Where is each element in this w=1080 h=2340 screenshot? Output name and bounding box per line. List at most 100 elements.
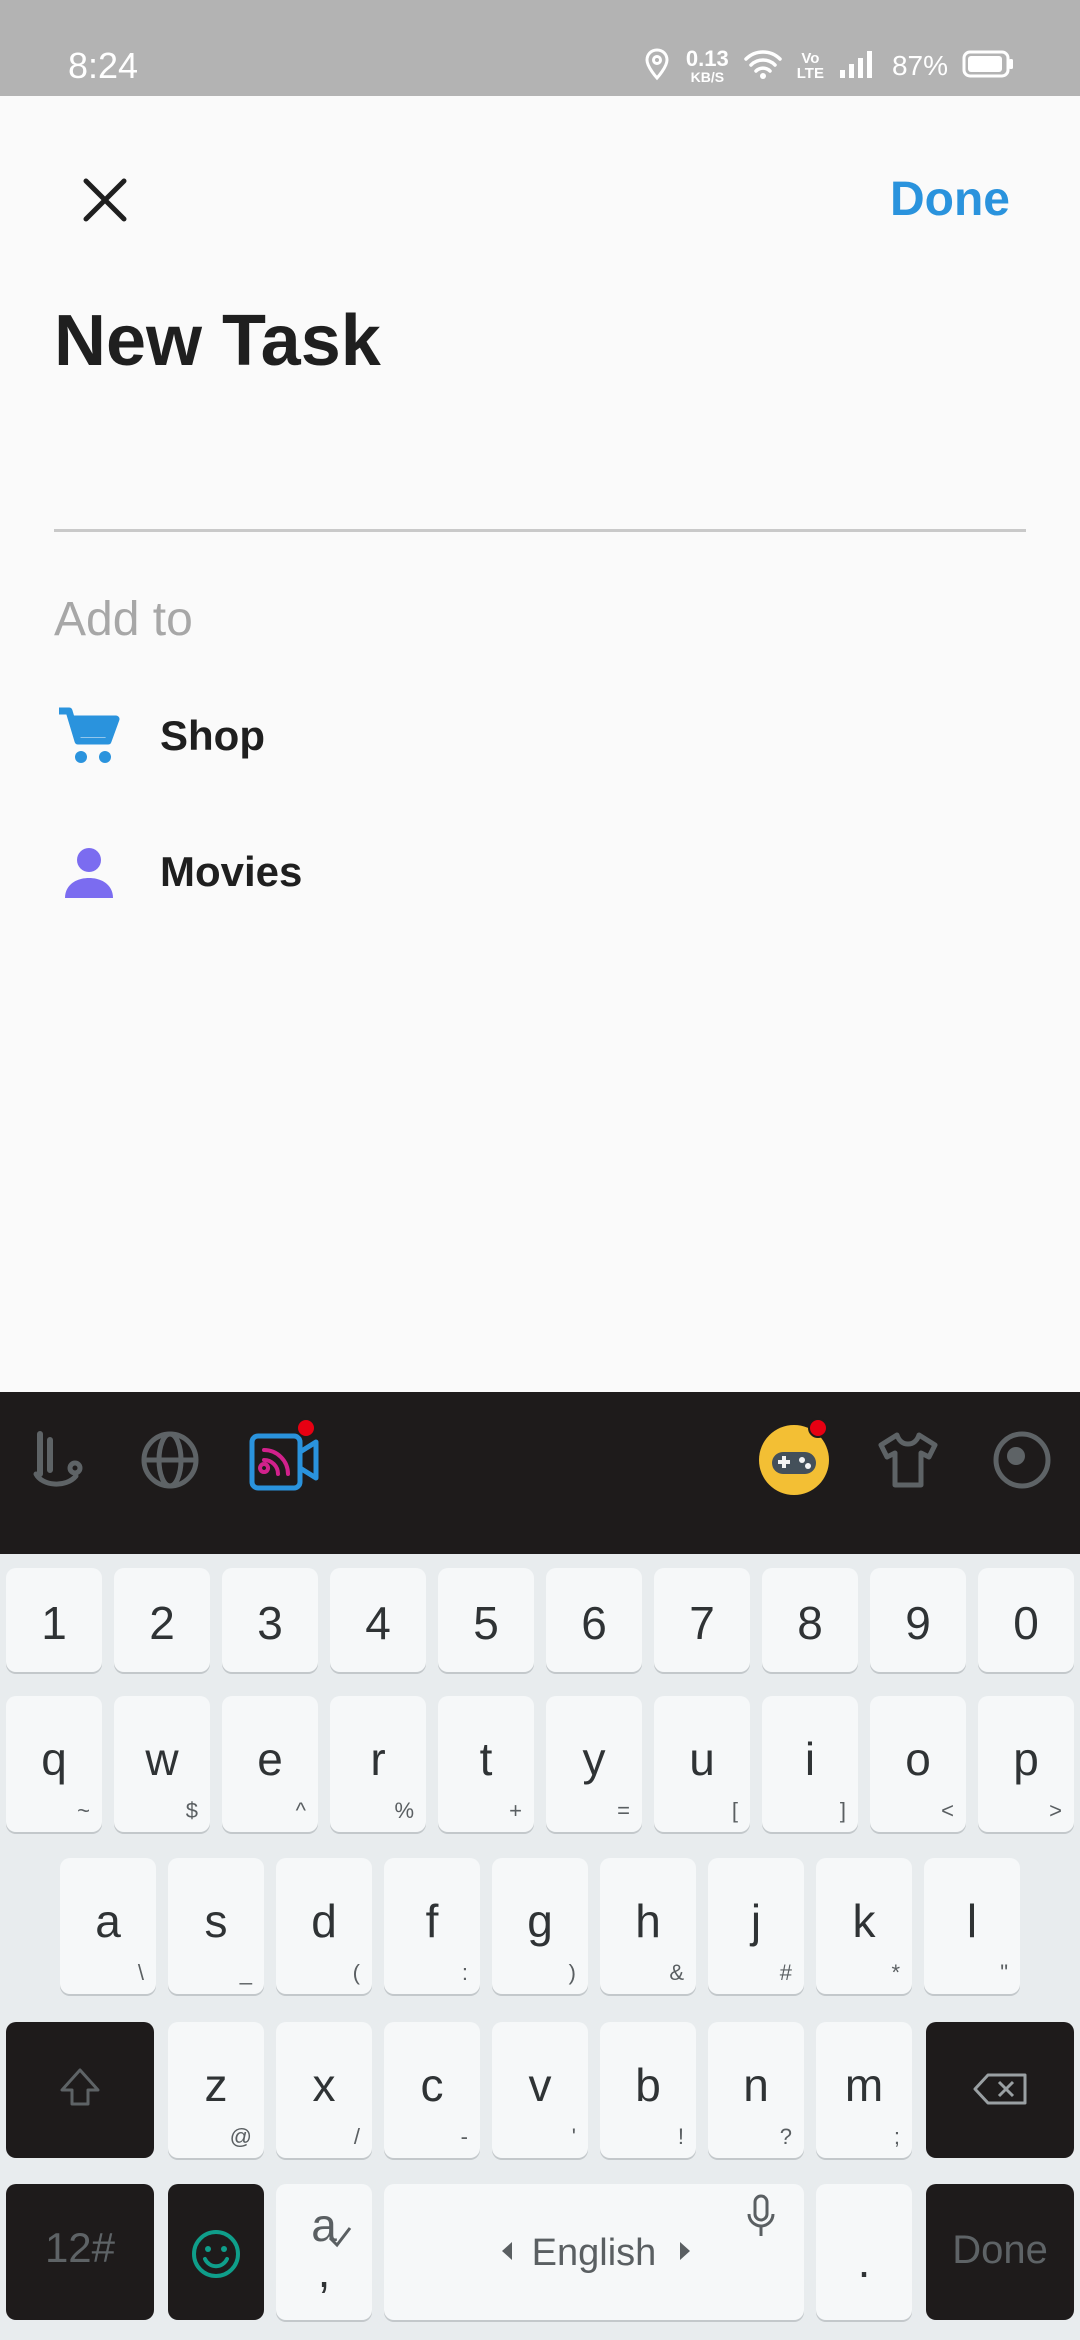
game-icon[interactable] — [758, 1418, 830, 1496]
key-t-label: t — [479, 1733, 493, 1785]
key-q-alt-label: ~ — [77, 1798, 90, 1823]
notification-badge — [296, 1418, 316, 1438]
key-i[interactable]: i] — [762, 1696, 858, 1832]
key-c[interactable]: c- — [384, 2022, 480, 2158]
battery-icon — [962, 50, 1014, 83]
key-4-label: 4 — [365, 1597, 391, 1649]
comma-key[interactable]: a, — [276, 2184, 372, 2320]
key-2-label: 2 — [149, 1597, 175, 1649]
keyboard-done-key[interactable]: Done — [926, 2184, 1074, 2320]
key-w[interactable]: w $ — [114, 1696, 210, 1832]
key-s-label: s — [204, 1895, 228, 1947]
key-3[interactable]: 3 — [222, 1568, 318, 1672]
backspace-key[interactable] — [926, 2022, 1074, 2158]
key-d[interactable]: d( — [276, 1858, 372, 1994]
key-z[interactable]: z @ — [168, 2022, 264, 2158]
list-item-movies[interactable]: Movies — [54, 822, 1026, 922]
globe-icon[interactable] — [134, 1424, 206, 1496]
key-a[interactable]: a \ — [60, 1858, 156, 1994]
key-e[interactable]: e ^ — [222, 1696, 318, 1832]
key-y[interactable]: y = — [546, 1696, 642, 1832]
key-k-label: k — [852, 1895, 876, 1947]
key-6[interactable]: 6 — [546, 1568, 642, 1672]
key-k[interactable]: k * — [816, 1858, 912, 1994]
key-u[interactable]: u[ — [654, 1696, 750, 1832]
key-2[interactable]: 2 — [114, 1568, 210, 1672]
touchpal-icon[interactable] — [22, 1424, 94, 1496]
key-v[interactable]: v ' — [492, 2022, 588, 2158]
key-9[interactable]: 9 — [870, 1568, 966, 1672]
key-n[interactable]: n? — [708, 2022, 804, 2158]
volte-top: Vo — [801, 50, 820, 67]
key-5-label: 5 — [473, 1597, 499, 1649]
key-o[interactable]: o < — [870, 1696, 966, 1832]
key-t-alt-label: + — [509, 1798, 522, 1823]
key-7[interactable]: 7 — [654, 1568, 750, 1672]
key-s-alt-label: _ — [239, 1960, 252, 1985]
key-6-label: 6 — [581, 1597, 607, 1649]
key-h-alt-label: & — [669, 1960, 684, 1985]
key-e-label: e — [257, 1733, 283, 1785]
list-item-shop[interactable]: Shop — [54, 686, 1026, 786]
video-icon[interactable] — [248, 1418, 320, 1496]
key-f[interactable]: f: — [384, 1858, 480, 1994]
key-7-label: 7 — [689, 1597, 715, 1649]
key-8[interactable]: 8 — [762, 1568, 858, 1672]
volte-bottom: LTE — [796, 65, 824, 82]
space-key-label: English — [531, 2232, 657, 2274]
space-key[interactable]: English — [384, 2184, 804, 2320]
network-speed-value: 0.13 — [685, 46, 729, 71]
key-n-alt-label: ? — [779, 2124, 792, 2149]
key-j-alt-label: # — [779, 1960, 792, 1985]
person-icon — [54, 837, 124, 907]
key-d-label: d — [311, 1895, 337, 1947]
emoji-key[interactable] — [168, 2184, 264, 2320]
wifi-icon — [743, 48, 783, 85]
key-y-alt-label: = — [617, 1798, 630, 1823]
key-j-label: j — [750, 1895, 762, 1947]
key-3-label: 3 — [257, 1597, 283, 1649]
key-p[interactable]: p > — [978, 1696, 1074, 1832]
key-v-label: v — [528, 2059, 552, 2111]
cart-icon — [54, 701, 124, 771]
key-l[interactable]: l " — [924, 1858, 1020, 1994]
task-name-input[interactable] — [54, 430, 1026, 532]
location-icon — [642, 47, 672, 86]
status-time: 8:24 — [68, 45, 139, 86]
key-y-label: y — [582, 1733, 606, 1785]
key-l-alt-label: " — [1000, 1960, 1008, 1985]
key-q[interactable]: q ~ — [6, 1696, 102, 1832]
period-key-label: . — [857, 2235, 871, 2287]
key-d-alt-label: ( — [352, 1960, 360, 1985]
theme-shirt-icon[interactable] — [872, 1424, 944, 1496]
done-button[interactable]: Done — [890, 172, 1010, 227]
key-r[interactable]: r% — [330, 1696, 426, 1832]
network-speed-unit: KB/S — [690, 69, 725, 85]
status-icons: 0.13 KB/S Vo LTE 87% — [642, 40, 1014, 92]
key-b[interactable]: b! — [600, 2022, 696, 2158]
key-m[interactable]: m; — [816, 2022, 912, 2158]
period-key[interactable]: . — [816, 2184, 912, 2320]
symbols-key[interactable]: 12# — [6, 2184, 154, 2320]
volte-indicator: Vo LTE — [797, 51, 824, 81]
key-h[interactable]: h & — [600, 1858, 696, 1994]
key-8-label: 8 — [797, 1597, 823, 1649]
close-button[interactable] — [70, 165, 140, 235]
key-5[interactable]: 5 — [438, 1568, 534, 1672]
shift-key[interactable] — [6, 2022, 154, 2158]
symbols-key-label: 12# — [44, 2224, 116, 2271]
key-g[interactable]: g) — [492, 1858, 588, 1994]
key-0[interactable]: 0 — [978, 1568, 1074, 1672]
key-j[interactable]: j # — [708, 1858, 804, 1994]
key-g-alt-label: ) — [568, 1960, 576, 1985]
microphone-icon — [747, 2194, 775, 2236]
key-r-alt-label: % — [394, 1798, 414, 1823]
key-x[interactable]: x / — [276, 2022, 372, 2158]
key-9-label: 9 — [905, 1597, 931, 1649]
key-1[interactable]: 1 — [6, 1568, 102, 1672]
key-t[interactable]: t + — [438, 1696, 534, 1832]
key-u-label: u — [689, 1733, 715, 1785]
key-4[interactable]: 4 — [330, 1568, 426, 1672]
sticker-icon[interactable] — [986, 1424, 1058, 1496]
key-s[interactable]: s _ — [168, 1858, 264, 1994]
